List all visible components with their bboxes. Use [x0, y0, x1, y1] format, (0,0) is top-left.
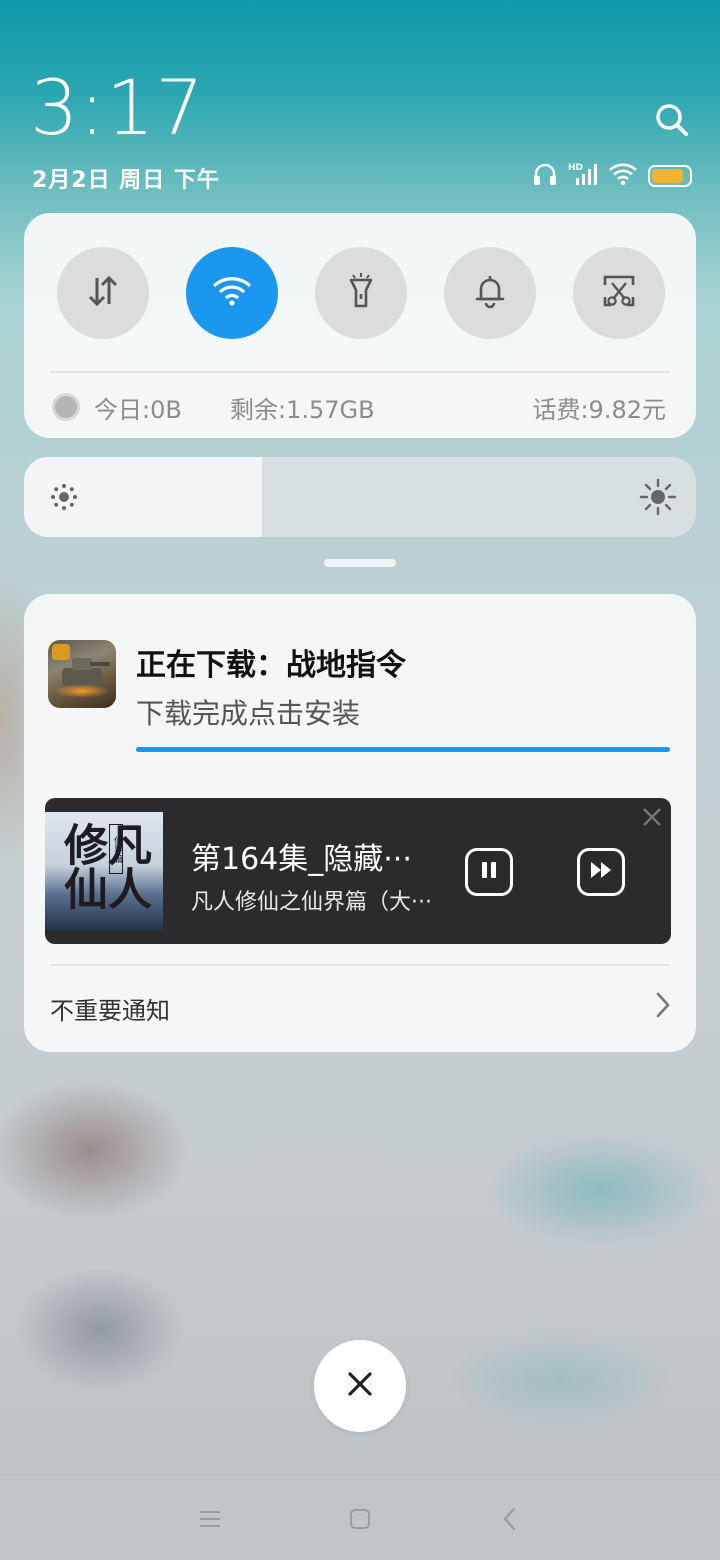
- brightness-slider[interactable]: [24, 457, 696, 537]
- wifi-icon: [211, 274, 253, 312]
- clear-all-button[interactable]: [314, 1340, 406, 1432]
- flashlight-toggle[interactable]: [315, 247, 407, 339]
- home-icon[interactable]: [346, 1505, 374, 1533]
- divider: [50, 371, 670, 373]
- cover-tag: 仙界篇: [109, 824, 123, 874]
- bell-icon: [473, 272, 507, 314]
- screenshot-icon: [601, 273, 637, 313]
- album-cover: 凡人修仙 仙界篇: [45, 812, 163, 930]
- battery-icon: [648, 165, 692, 187]
- silent-toggle[interactable]: [444, 247, 536, 339]
- date-text[interactable]: 2月2日 周日 下午: [32, 162, 220, 194]
- close-icon[interactable]: [641, 806, 663, 828]
- download-progress-bar: [136, 747, 670, 752]
- brightness-low-icon: [46, 479, 82, 515]
- screenshot-toggle[interactable]: [573, 247, 665, 339]
- fast-forward-icon: [589, 859, 613, 885]
- brightness-high-icon: [638, 477, 678, 517]
- pause-button[interactable]: [465, 848, 513, 896]
- download-title: 正在下载：战地指令: [136, 648, 406, 683]
- pause-icon: [478, 859, 500, 885]
- search-icon[interactable]: [654, 102, 690, 138]
- data-today-text: 今日:0B: [94, 395, 182, 424]
- mobile-data-toggle[interactable]: [57, 247, 149, 339]
- cover-title: 凡人修仙: [56, 822, 151, 910]
- back-icon[interactable]: [496, 1505, 524, 1533]
- next-button[interactable]: [577, 848, 625, 896]
- navigation-bar: [0, 1474, 720, 1560]
- close-icon: [346, 1370, 374, 1402]
- menu-icon[interactable]: [196, 1505, 224, 1533]
- clock[interactable]: 3:17: [30, 70, 205, 146]
- wifi-icon: [608, 161, 638, 191]
- track-title: 第164集_隐藏···: [191, 842, 412, 877]
- divider: [50, 964, 670, 966]
- data-usage-row[interactable]: 今日:0B 剩余:1.57GB 话费:9.82元: [52, 389, 666, 425]
- quick-toggle-row: [57, 247, 665, 339]
- battery-level: [652, 169, 683, 183]
- media-notification[interactable]: 凡人修仙 仙界篇 第164集_隐藏··· 凡人修仙之仙界篇（大···: [45, 798, 671, 944]
- download-subtitle: 下载完成点击安装: [136, 697, 361, 730]
- phone-balance-text: 话费:9.82元: [532, 395, 666, 424]
- app-icon: [48, 640, 116, 708]
- hd-signal-icon: HD: [568, 161, 598, 191]
- quick-settings-panel: 今日:0B 剩余:1.57GB 话费:9.82元: [24, 213, 696, 438]
- drag-handle[interactable]: [324, 559, 396, 567]
- svg-text:HD: HD: [568, 163, 583, 173]
- wifi-toggle[interactable]: [186, 247, 278, 339]
- download-progress-fill: [136, 747, 670, 752]
- status-icons: HD: [532, 160, 692, 192]
- track-subtitle: 凡人修仙之仙界篇（大···: [191, 890, 432, 915]
- data-usage-indicator: [52, 393, 80, 421]
- mobile-data-icon: [86, 272, 120, 314]
- notification-panel: 正在下载：战地指令 下载完成点击安装 凡人修仙 仙界篇 第164集_隐藏··· …: [24, 594, 696, 1052]
- chevron-right-icon: [654, 991, 672, 1025]
- headphones-icon: [532, 161, 558, 191]
- minor-notifications-row[interactable]: 不重要通知: [50, 988, 672, 1028]
- flashlight-icon: [345, 272, 377, 314]
- data-remaining-text: 剩余:1.57GB: [230, 395, 375, 424]
- minor-notifications-label: 不重要通知: [50, 996, 170, 1025]
